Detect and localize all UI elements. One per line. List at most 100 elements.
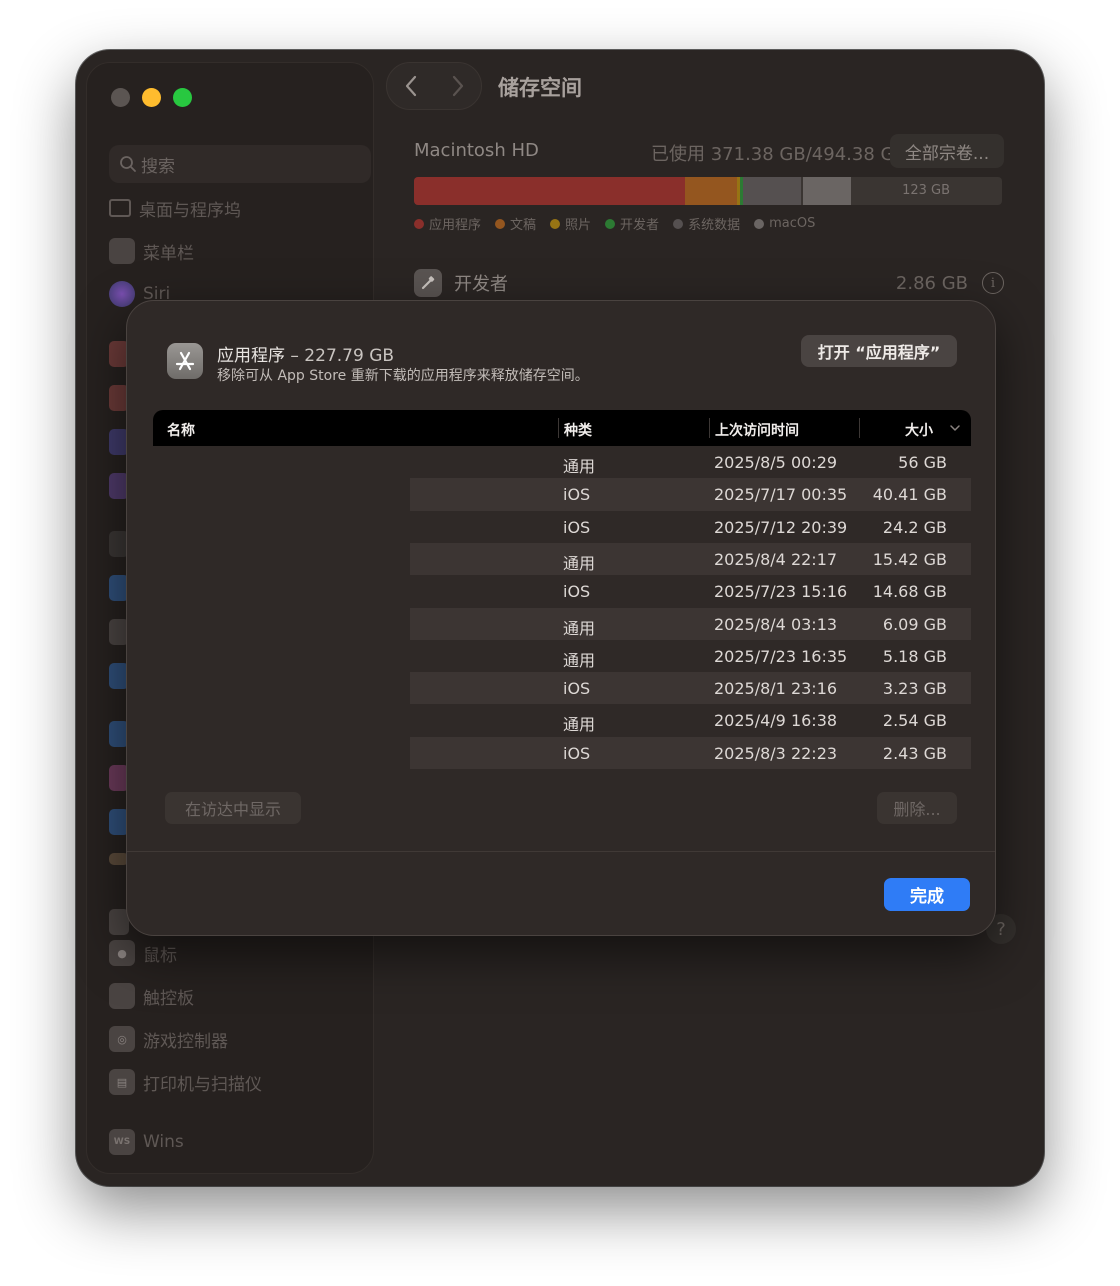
table-row[interactable]: iOS 2025/8/1 23:16 3.23 GB: [153, 672, 971, 705]
app-kind-cell: iOS: [563, 485, 591, 505]
table-row[interactable]: iOS 2025/7/23 15:16 14.68 GB: [153, 575, 971, 608]
search-placeholder: 搜索: [141, 156, 175, 177]
table-row[interactable]: iOS 2025/7/12 20:39 24.2 GB: [153, 510, 971, 543]
chevron-down-icon: [950, 425, 960, 431]
back-button[interactable]: [395, 70, 427, 102]
storage-segment-documents: [685, 177, 737, 205]
table-header: 名称 种类 上次访问时间 大小: [153, 410, 971, 446]
sidebar-item-menubar[interactable]: 菜单栏: [109, 236, 194, 266]
app-size-cell: 5.18 GB: [882, 646, 947, 666]
table-row[interactable]: 通用 2025/8/4 03:13 6.09 GB: [153, 607, 971, 640]
app-size-cell: 14.68 GB: [872, 582, 947, 602]
table-row[interactable]: iOS 2025/7/17 00:35 40.41 GB: [153, 478, 971, 511]
app-size-cell: 2.43 GB: [882, 743, 947, 763]
app-name-cell: [153, 607, 410, 640]
app-name-cell: [153, 510, 410, 543]
sidebar-item-label: 菜单栏: [143, 243, 194, 264]
app-name-cell: [153, 575, 410, 608]
last-access-cell: 2025/8/4 03:13: [714, 614, 838, 634]
sheet-divider: [127, 851, 995, 852]
search-input[interactable]: 搜索: [109, 145, 371, 183]
sheet-title-size: – 227.79 GB: [290, 346, 395, 366]
app-kind-cell: iOS: [563, 582, 591, 602]
last-access-cell: 2025/7/23 16:35: [714, 646, 848, 666]
dock-icon: [109, 199, 131, 217]
app-name-cell: [153, 446, 410, 479]
sidebar-item-label: 触控板: [143, 988, 194, 1009]
app-kind-cell: 通用: [563, 715, 596, 735]
legend-item-documents: 文稿: [495, 214, 536, 233]
search-icon: [120, 156, 136, 172]
close-window-button[interactable]: [111, 88, 130, 107]
sidebar-item-mouse[interactable]: ● 鼠标: [109, 938, 177, 968]
column-header-size[interactable]: 大小: [905, 420, 933, 440]
app-name-cell: [153, 704, 410, 737]
maximize-window-button[interactable]: [173, 88, 192, 107]
info-icon[interactable]: i: [982, 272, 1004, 294]
app-kind-cell: 通用: [563, 553, 596, 573]
sidebar-item-label: 桌面与程序坞: [139, 200, 241, 221]
app-kind-cell: 通用: [563, 650, 596, 670]
table-row[interactable]: 通用 2025/4/9 16:38 2.54 GB: [153, 704, 971, 737]
storage-bar: 123 GB: [414, 177, 1002, 205]
last-access-cell: 2025/8/1 23:16: [714, 679, 838, 699]
sidebar-item-dock[interactable]: 桌面与程序坞: [109, 193, 241, 223]
app-name-cell: [153, 639, 410, 673]
page-title: 储存空间: [498, 76, 582, 100]
storage-segment-system-data: [743, 177, 803, 205]
app-size-cell: 2.54 GB: [882, 711, 947, 731]
open-applications-button[interactable]: 打开 “应用程序”: [801, 335, 957, 367]
forward-button[interactable]: [442, 70, 474, 102]
disk-usage: 已使用 371.38 GB/494.38 GB: [651, 144, 907, 165]
delete-button[interactable]: 删除...: [877, 792, 957, 824]
last-access-cell: 2025/8/3 22:23: [714, 743, 838, 763]
last-access-cell: 2025/8/5 00:29: [714, 453, 838, 472]
last-access-cell: 2025/7/17 00:35: [714, 485, 848, 505]
app-kind-cell: iOS: [563, 679, 591, 699]
sidebar-item-printers[interactable]: ▤ 打印机与扫描仪: [109, 1067, 262, 1097]
disk-name: Macintosh HD: [414, 140, 539, 161]
table-row[interactable]: iOS 2025/8/3 22:23 2.43 GB: [153, 736, 971, 769]
column-header-name[interactable]: 名称: [167, 420, 195, 440]
menubar-icon: [109, 238, 135, 264]
sidebar-item-wins[interactable]: WS Wins: [109, 1127, 184, 1157]
sidebar-item-game-controllers[interactable]: ◎ 游戏控制器: [109, 1024, 228, 1054]
legend-item-apps: 应用程序: [414, 214, 481, 233]
sheet-subtitle: 移除可从 App Store 重新下载的应用程序来释放储存空间。: [217, 368, 589, 384]
table-row[interactable]: 通用 2025/8/4 22:17 15.42 GB: [153, 542, 971, 576]
app-name-cell: [153, 542, 410, 576]
mouse-icon: ●: [109, 940, 135, 966]
storage-segment-macos: [803, 177, 851, 205]
developer-row: 开发者 2.86 GB i: [414, 268, 1004, 298]
app-kind-cell: iOS: [563, 743, 591, 763]
table-row[interactable]: 通用 2025/8/5 00:29 56 GB: [153, 446, 971, 479]
app-name-cell: [153, 736, 410, 769]
all-volumes-button[interactable]: 全部宗卷...: [890, 134, 1004, 168]
storage-legend: 应用程序 文稿 照片 开发者 系统数据 macOS: [414, 214, 815, 233]
table-row[interactable]: 通用 2025/7/23 16:35 5.18 GB: [153, 639, 971, 673]
hammer-icon: [414, 269, 442, 297]
legend-item-macos: macOS: [754, 214, 815, 233]
done-button[interactable]: 完成: [884, 878, 970, 911]
developer-size: 2.86 GB: [895, 272, 968, 294]
chevron-left-icon: [405, 75, 416, 97]
applications-table: 名称 种类 上次访问时间 大小 通用 2025/8/5 00:29 56 GB iOS…: [153, 410, 971, 770]
app-kind-cell: 通用: [563, 618, 596, 638]
app-size-cell: 40.41 GB: [872, 485, 947, 505]
wins-icon: WS: [109, 1129, 135, 1155]
last-access-cell: 2025/4/9 16:38: [714, 711, 838, 731]
column-header-kind[interactable]: 种类: [564, 420, 592, 440]
last-access-cell: 2025/7/23 15:16: [714, 582, 848, 602]
last-access-cell: 2025/7/12 20:39: [714, 517, 848, 537]
minimize-window-button[interactable]: [142, 88, 161, 107]
app-size-cell: 15.42 GB: [872, 549, 947, 569]
column-header-last-access[interactable]: 上次访问时间: [715, 420, 799, 440]
app-size-cell: 3.23 GB: [882, 679, 947, 699]
app-size-cell: 24.2 GB: [882, 517, 947, 537]
app-kind-cell: 通用: [563, 457, 596, 476]
show-in-finder-button[interactable]: 在访达中显示: [165, 792, 301, 824]
free-space-label: 123 GB: [902, 183, 950, 198]
last-access-cell: 2025/8/4 22:17: [714, 549, 838, 569]
sidebar-item-trackpad[interactable]: 触控板: [109, 981, 194, 1011]
legend-item-photos: 照片: [550, 214, 591, 233]
